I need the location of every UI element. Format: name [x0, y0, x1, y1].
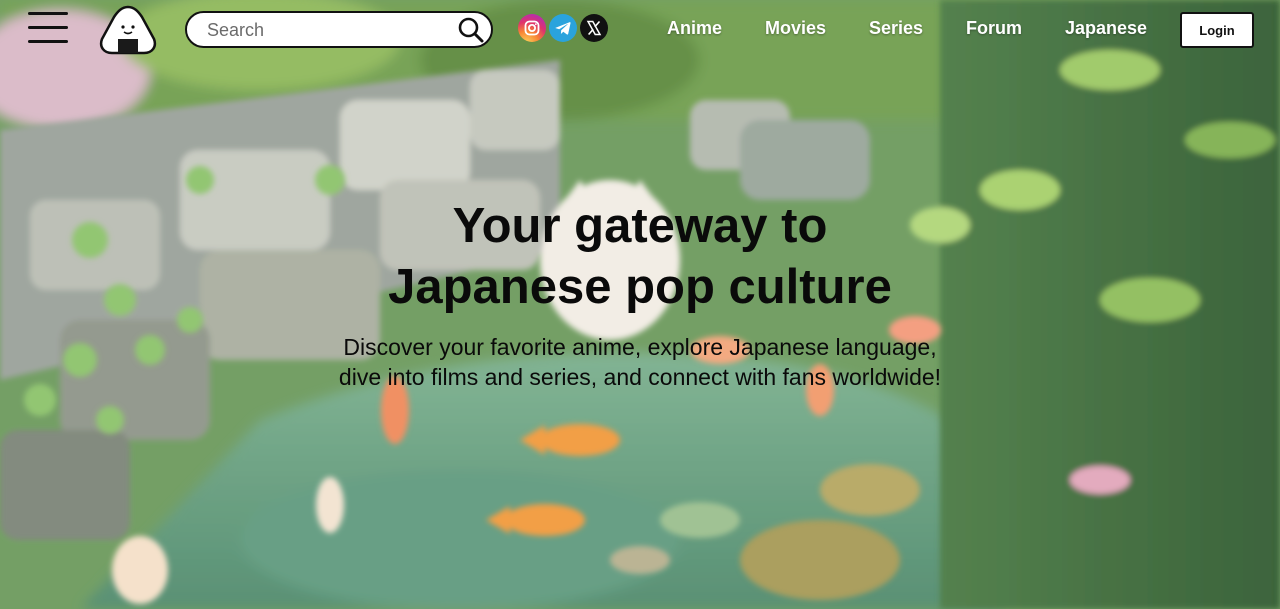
login-button[interactable]: Login — [1180, 12, 1254, 48]
nav-series-link[interactable]: Series — [869, 18, 923, 39]
instagram-icon[interactable] — [518, 14, 546, 42]
hamburger-menu-icon[interactable] — [28, 12, 68, 44]
nav-anime-link[interactable]: Anime — [667, 18, 722, 39]
hero-title: Your gateway to Japanese pop culture — [290, 196, 990, 318]
search-input[interactable] — [207, 19, 447, 41]
x-twitter-icon[interactable] — [580, 14, 608, 42]
hero-section: Your gateway to Japanese pop culture Dis… — [290, 196, 990, 392]
telegram-icon[interactable] — [549, 14, 577, 42]
nav-movies-link[interactable]: Movies — [765, 18, 826, 39]
hero-title-line-1: Your gateway to — [452, 199, 828, 253]
nav-japanese-link[interactable]: Japanese — [1065, 18, 1147, 39]
hero-subtitle: Discover your favorite anime, explore Ja… — [338, 334, 942, 390]
search-bar — [185, 11, 493, 48]
search-icon[interactable] — [457, 16, 485, 44]
hero-title-line-2: Japanese pop culture — [388, 260, 892, 314]
site-header: Anime Movies Series Forum Japanese Login — [0, 0, 1280, 58]
nav-forum-link[interactable]: Forum — [966, 18, 1022, 39]
onigiri-logo-icon[interactable] — [96, 3, 160, 57]
